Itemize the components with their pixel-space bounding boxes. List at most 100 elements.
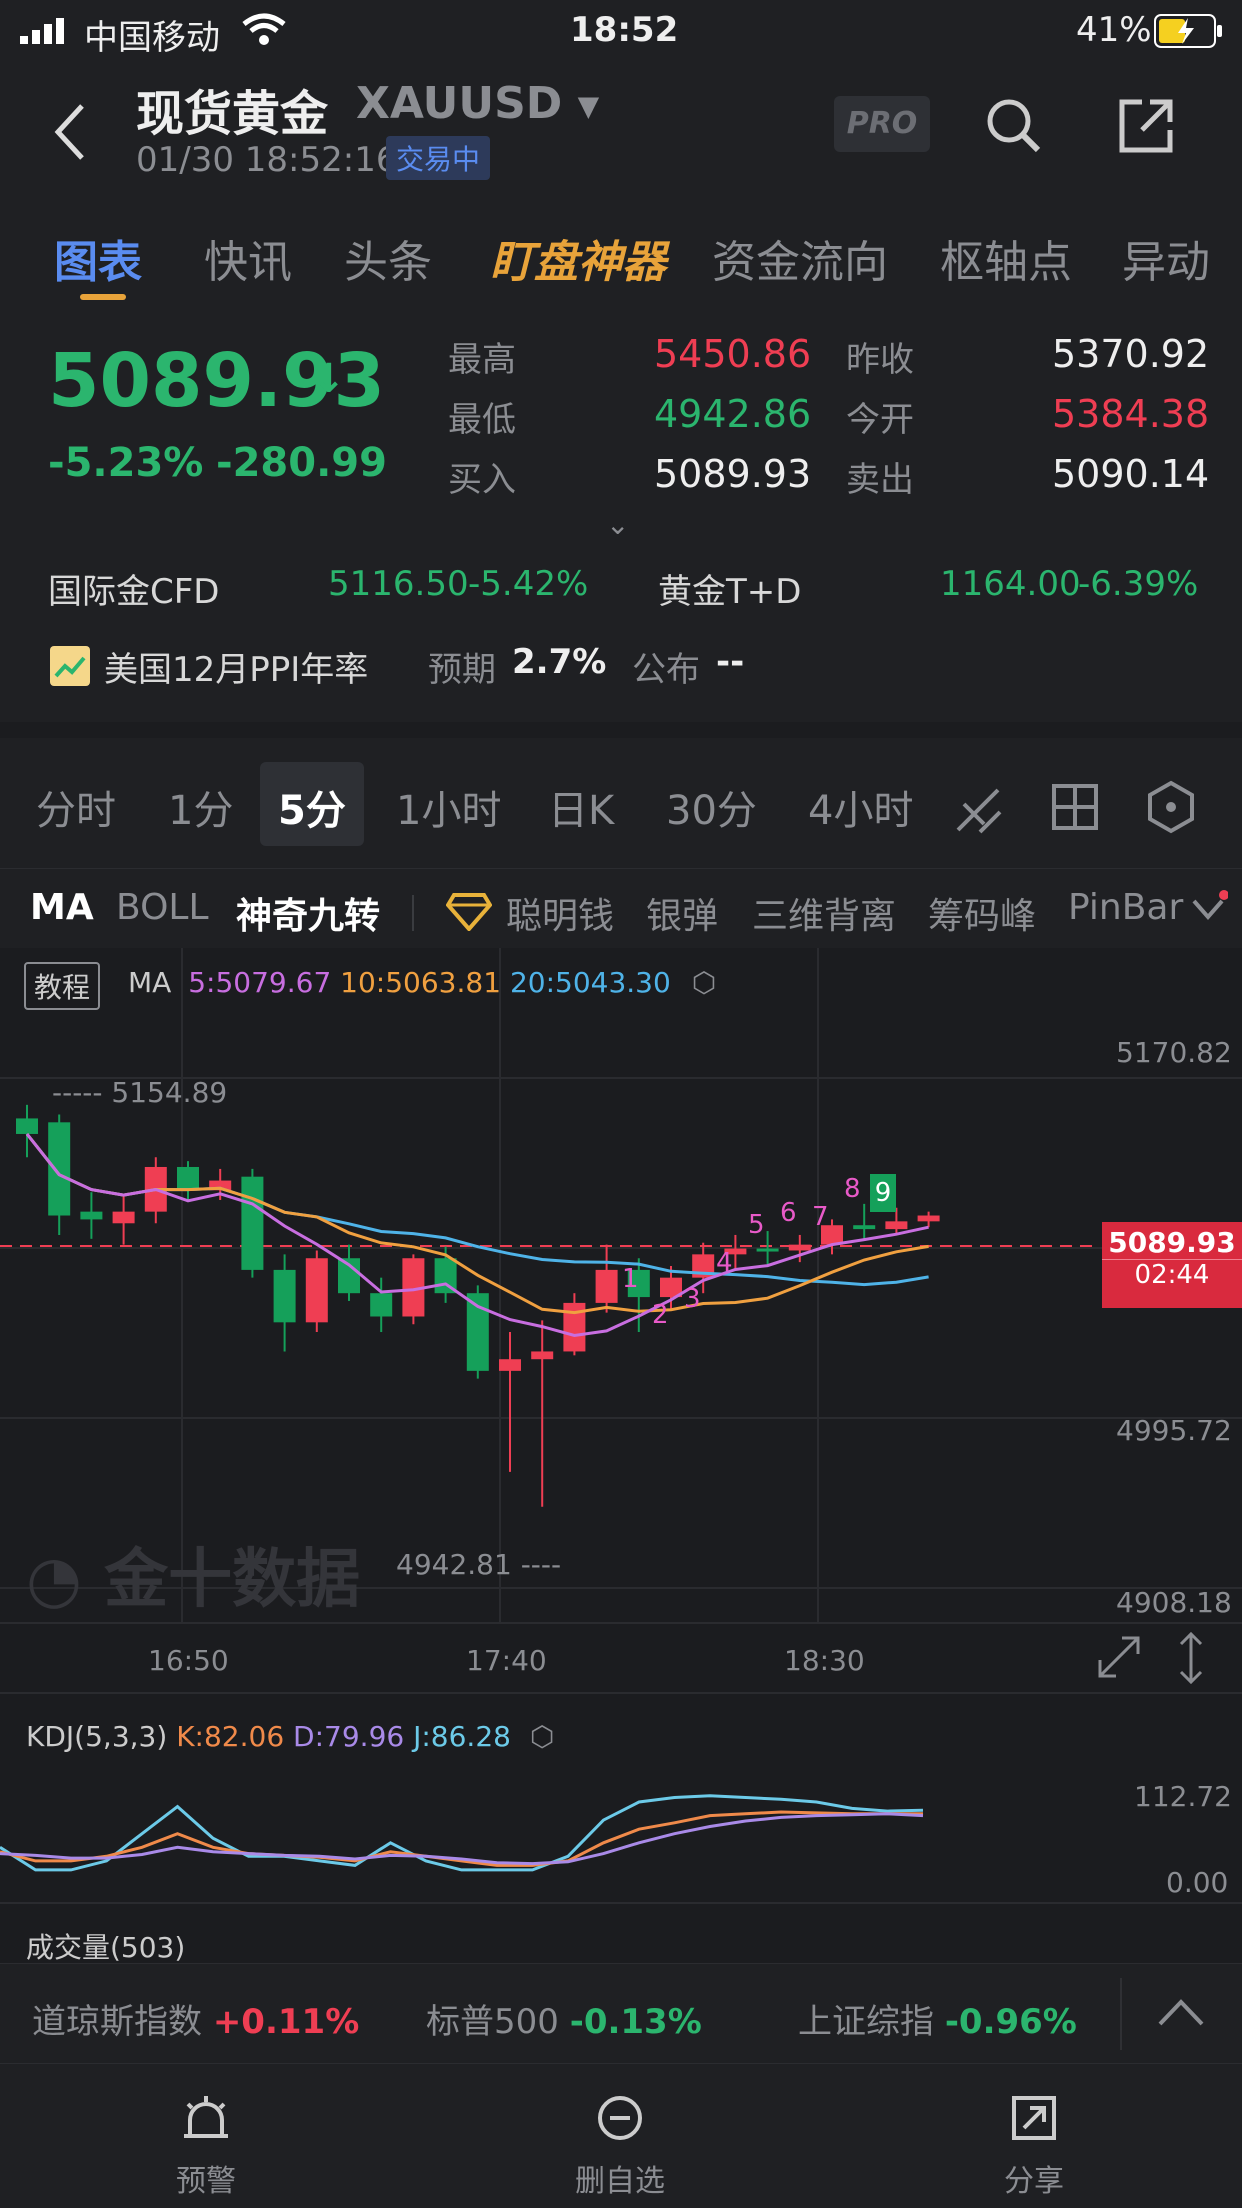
open-value: 5384.38 <box>1052 392 1210 436</box>
expand-chevron-icon[interactable]: ⌄ <box>606 508 629 541</box>
high-label: 最高 <box>448 340 516 380</box>
kdj-k-value: K:82.06 <box>176 1720 285 1753</box>
y-axis-bottom: 4908.18 <box>1116 1586 1232 1619</box>
current-price-value: 5089.93 <box>1108 1226 1236 1259</box>
period-1min[interactable]: 1分 <box>168 778 233 836</box>
tab-chart[interactable]: 图表 <box>54 226 142 290</box>
tab-watch-tool[interactable]: 盯盘神器 <box>490 226 666 290</box>
kdj-settings-icon[interactable]: ⬡ <box>530 1720 554 1753</box>
high-marker-value: 5154.89 <box>111 1076 228 1109</box>
high-marker: ----- 5154.89 <box>52 1076 228 1109</box>
current-price-tag: 5089.93 02:44 <box>1102 1222 1242 1308</box>
period-timeshare[interactable]: 分时 <box>36 778 116 836</box>
related-name: 黄金T+D <box>658 572 802 612</box>
indicator-3d-divergence[interactable]: 三维背离 <box>752 887 896 939</box>
tab-headlines[interactable]: 头条 <box>344 226 432 290</box>
draw-tool-icon[interactable] <box>950 782 1006 842</box>
candle-body <box>80 1211 103 1220</box>
chevron-down-icon[interactable] <box>1188 889 1229 933</box>
kline-chart-area[interactable]: 教程 MA 5:5079.67 10:5063.81 20:5043.30 ⬡ <box>0 948 1242 1964</box>
kdj-label: KDJ(5,3,3) <box>26 1720 168 1753</box>
event-published-label: 公布 <box>632 650 700 690</box>
indicator-ma[interactable]: MA <box>30 887 94 928</box>
related-pct: -6.39% <box>1078 564 1199 604</box>
tab-active-indicator <box>80 294 126 300</box>
nav-alert[interactable]: 预警 <box>106 2064 306 2204</box>
nine-turn-7: 7 <box>812 1202 829 1232</box>
period-daily[interactable]: 日K <box>548 778 614 836</box>
candle-body <box>241 1176 264 1270</box>
status-bar: 中国移动 18:52 41% <box>0 0 1242 62</box>
low-value: 4942.86 <box>654 392 812 436</box>
event-expected-value: 2.7% <box>512 642 607 682</box>
prev-close-value: 5370.92 <box>1052 332 1210 376</box>
tab-flash[interactable]: 快讯 <box>204 226 292 290</box>
nine-turn-8: 8 <box>844 1174 861 1204</box>
quote-panel: 5089.93 ↓ -5.23% -280.99 最高 5450.86 最低 4… <box>0 302 1242 722</box>
nine-turn-3: 3 <box>684 1284 701 1314</box>
ask-label: 卖出 <box>846 460 914 500</box>
chevron-up-icon[interactable] <box>1156 1996 1206 2034</box>
tab-fund-flow[interactable]: 资金流向 <box>712 226 888 290</box>
quote-datetime: 01/30 18:52:16 <box>136 140 398 180</box>
period-4hour[interactable]: 4小时 <box>808 778 913 836</box>
indicator-smart-money[interactable]: 聪明钱 <box>506 887 614 939</box>
chevron-down-icon: ▼ <box>577 89 600 123</box>
countdown: 02:44 <box>1102 1259 1242 1290</box>
symbol-selector[interactable]: XAUUSD ▼ <box>356 78 599 129</box>
page-header: 现货黄金 XAUUSD ▼ 01/30 18:52:16 交易中 PRO <box>0 62 1242 202</box>
watermark-text: 金十数据 <box>104 1543 361 1617</box>
watermark-logo-icon: ◔ <box>26 1543 82 1617</box>
related-cfd[interactable]: 国际金CFD 5116.50 -5.42% <box>48 564 588 613</box>
indicator-silver-bullet[interactable]: 银弹 <box>646 887 718 939</box>
event-published-value: -- <box>716 642 745 682</box>
pro-label: PRO <box>846 106 918 141</box>
indicator-pinbar[interactable]: PinBar <box>1068 887 1184 928</box>
back-icon[interactable] <box>52 102 88 166</box>
candle-body <box>788 1244 811 1251</box>
event-chart-icon <box>50 646 90 686</box>
period-30min[interactable]: 30分 <box>666 778 757 836</box>
bottom-nav: 预警 删自选 分享 <box>0 2063 1242 2208</box>
share-external-icon[interactable] <box>1116 96 1176 160</box>
settings-hex-icon[interactable] <box>1144 780 1198 838</box>
x-axis-tick: 16:50 <box>148 1644 229 1677</box>
vertical-scale-icon[interactable] <box>1176 1631 1206 1688</box>
event-title: 美国12月PPI年率 <box>104 650 369 690</box>
alarm-icon <box>182 2094 230 2146</box>
related-price: 1164.00 <box>940 564 1081 604</box>
fullscreen-icon[interactable] <box>1096 1634 1142 1684</box>
bid-label: 买入 <box>448 460 516 500</box>
x-axis-tick: 17:40 <box>466 1644 547 1677</box>
nav-share[interactable]: 分享 <box>934 2064 1134 2204</box>
search-icon[interactable] <box>984 96 1044 160</box>
divider <box>412 895 414 931</box>
candle-body <box>273 1269 296 1323</box>
kdj-j-value: J:86.28 <box>413 1720 511 1753</box>
tab-movement[interactable]: 异动 <box>1122 226 1210 290</box>
nav-remove-watchlist[interactable]: 删自选 <box>520 2064 720 2204</box>
clock: 18:52 <box>570 10 679 50</box>
indicator-boll[interactable]: BOLL <box>116 887 209 928</box>
index-ticker[interactable]: 道琼斯指数 +0.11% 标普500 -0.13% 上证综指 -0.96% <box>0 1963 1242 2063</box>
kdj-d-line <box>0 1812 924 1866</box>
related-td[interactable]: 黄金T+D 1164.00 -6.39% <box>658 564 1198 613</box>
period-5min[interactable]: 5分 <box>278 778 346 836</box>
ticker-name: 上证综指 <box>798 2002 934 2042</box>
ticker-item[interactable]: 上证综指 -0.96% <box>798 1994 1077 2043</box>
trading-status-text: 交易中 <box>386 136 491 180</box>
indicator-chip-peak[interactable]: 筹码峰 <box>928 887 1036 939</box>
y-axis-mid: 4995.72 <box>1116 1414 1232 1447</box>
tab-pivot[interactable]: 枢轴点 <box>940 226 1072 290</box>
prev-close-label: 昨收 <box>846 340 914 380</box>
indicator-nine-turn[interactable]: 神奇九转 <box>236 887 380 939</box>
period-1hour[interactable]: 1小时 <box>396 778 501 836</box>
ticker-item[interactable]: 标普500 -0.13% <box>426 1994 702 2043</box>
layout-grid-icon[interactable] <box>1050 782 1100 836</box>
ticker-name: 道琼斯指数 <box>32 2002 202 2042</box>
ticker-item[interactable]: 道琼斯指数 +0.11% <box>32 1994 359 2043</box>
candle-body <box>917 1215 940 1222</box>
battery-icon <box>1154 14 1224 52</box>
pro-button[interactable]: PRO <box>834 96 930 152</box>
watermark: ◔ 金十数据 <box>26 1528 360 1620</box>
